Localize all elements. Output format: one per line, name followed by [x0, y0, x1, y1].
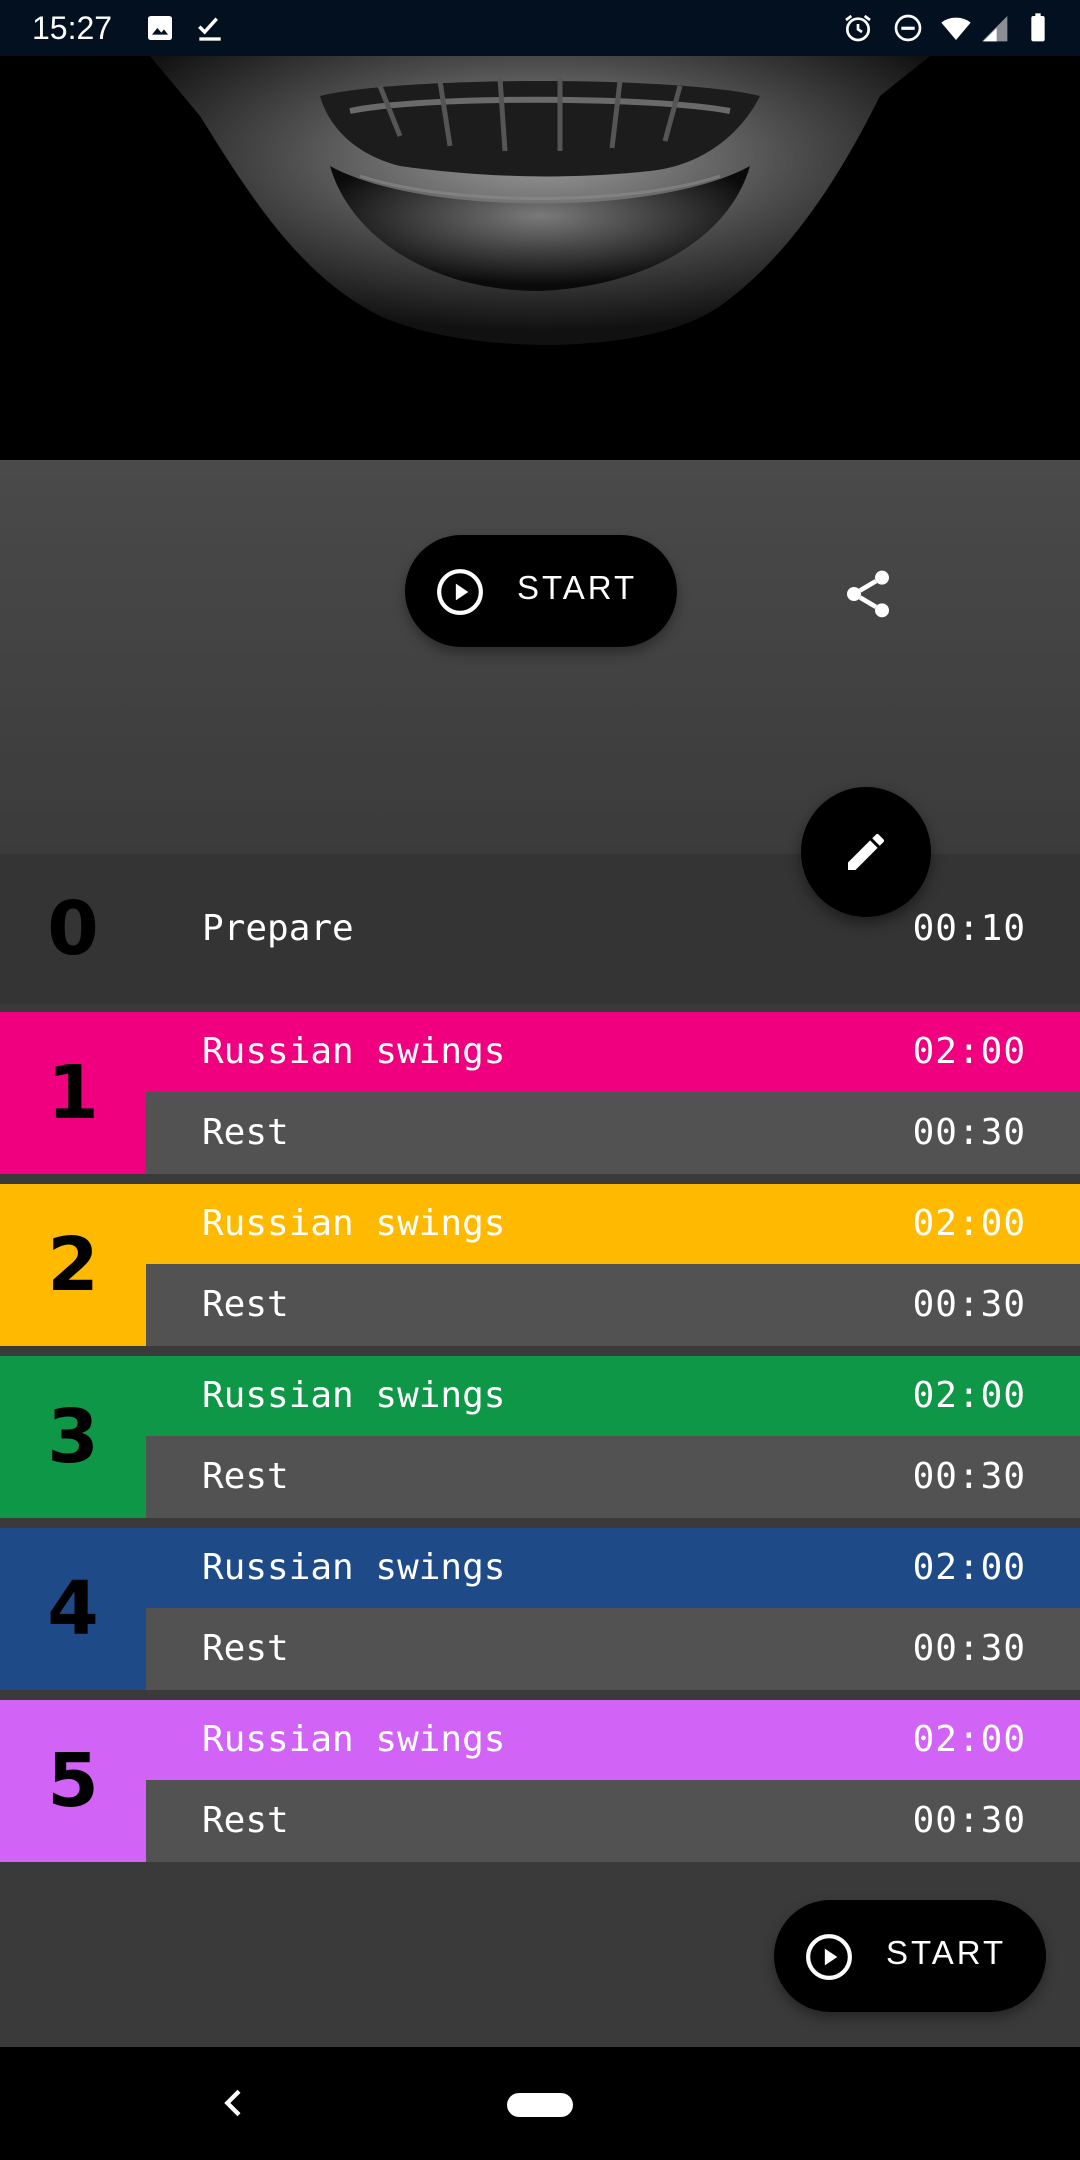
rest-duration: 00:30 [912, 1800, 1026, 1841]
work-duration: 02:00 [912, 1547, 1026, 1588]
rest-duration: 00:30 [912, 1456, 1026, 1497]
play-circle-icon [437, 569, 483, 615]
start-button-top[interactable]: START [405, 535, 677, 647]
set-index: 1 [47, 1050, 99, 1136]
workout-cover-image [0, 56, 1080, 460]
set-row[interactable]: 2 Russian swings 02:00 Rest 00:30 [0, 1184, 1080, 1346]
rest-interval[interactable]: Rest 00:30 [146, 1436, 1080, 1518]
home-pill-icon[interactable] [507, 2093, 573, 2117]
work-name: Russian swings [202, 1719, 506, 1760]
prepare-duration: 00:10 [912, 908, 1026, 949]
edit-button[interactable] [801, 787, 931, 917]
rest-interval[interactable]: Rest 00:30 [146, 1264, 1080, 1346]
set-index: 2 [47, 1222, 99, 1308]
rest-interval[interactable]: Rest 00:30 [146, 1780, 1080, 1862]
rest-interval[interactable]: Rest 00:30 [146, 1092, 1080, 1174]
start-button-bottom[interactable]: START [774, 1900, 1046, 2012]
work-duration: 02:00 [912, 1719, 1026, 1760]
rest-name: Rest [202, 1456, 289, 1497]
start-button-label: START [517, 569, 638, 606]
work-duration: 02:00 [912, 1375, 1026, 1416]
rest-interval[interactable]: Rest 00:30 [146, 1608, 1080, 1690]
set-index: 3 [47, 1394, 99, 1480]
do-not-disturb-icon [894, 14, 922, 42]
work-name: Russian swings [202, 1203, 506, 1244]
play-circle-icon [806, 1934, 852, 1980]
work-duration: 02:00 [912, 1031, 1026, 1072]
set-number-box: 5 [0, 1700, 146, 1862]
workout-header-controls [0, 460, 1080, 854]
set-index: 4 [47, 1566, 99, 1652]
set-row[interactable]: 1 Russian swings 02:00 Rest 00:30 [0, 1012, 1080, 1174]
work-interval[interactable]: Russian swings 02:00 [146, 1012, 1080, 1092]
set-row[interactable]: 3 Russian swings 02:00 Rest 00:30 [0, 1356, 1080, 1518]
rest-duration: 00:30 [912, 1284, 1026, 1325]
work-interval[interactable]: Russian swings 02:00 [146, 1528, 1080, 1608]
share-icon[interactable] [840, 566, 896, 622]
start-button-bottom-label: START [886, 1934, 1007, 1971]
rest-name: Rest [202, 1628, 289, 1669]
check-icon [198, 17, 221, 41]
status-bar: 15:27 [0, 0, 1080, 56]
work-interval[interactable]: Russian swings 02:00 [146, 1700, 1080, 1780]
set-number-box: 2 [0, 1184, 146, 1346]
set-number-box: 4 [0, 1528, 146, 1690]
rest-duration: 00:30 [912, 1628, 1026, 1669]
set-index: 5 [47, 1738, 99, 1824]
signal-icon [982, 16, 1008, 42]
alarm-icon [845, 14, 871, 42]
rest-name: Rest [202, 1112, 289, 1153]
image-icon [148, 16, 172, 40]
work-interval[interactable]: Russian swings 02:00 [146, 1184, 1080, 1264]
battery-icon [1031, 13, 1045, 42]
work-name: Russian swings [202, 1547, 506, 1588]
rest-duration: 00:30 [912, 1112, 1026, 1153]
prepare-index: 0 [47, 886, 99, 972]
wifi-icon [941, 17, 971, 40]
rest-name: Rest [202, 1800, 289, 1841]
status-time: 15:27 [32, 10, 113, 46]
set-row[interactable]: 5 Russian swings 02:00 Rest 00:30 [0, 1700, 1080, 1862]
set-number-box: 3 [0, 1356, 146, 1518]
work-name: Russian swings [202, 1031, 506, 1072]
pencil-icon [848, 833, 884, 870]
prepare-name: Prepare [202, 908, 354, 949]
work-interval[interactable]: Russian swings 02:00 [146, 1356, 1080, 1436]
set-number-box: 1 [0, 1012, 146, 1174]
work-duration: 02:00 [912, 1203, 1026, 1244]
back-chevron-icon[interactable] [214, 2083, 254, 2123]
work-name: Russian swings [202, 1375, 506, 1416]
set-row[interactable]: 4 Russian swings 02:00 Rest 00:30 [0, 1528, 1080, 1690]
rest-name: Rest [202, 1284, 289, 1325]
